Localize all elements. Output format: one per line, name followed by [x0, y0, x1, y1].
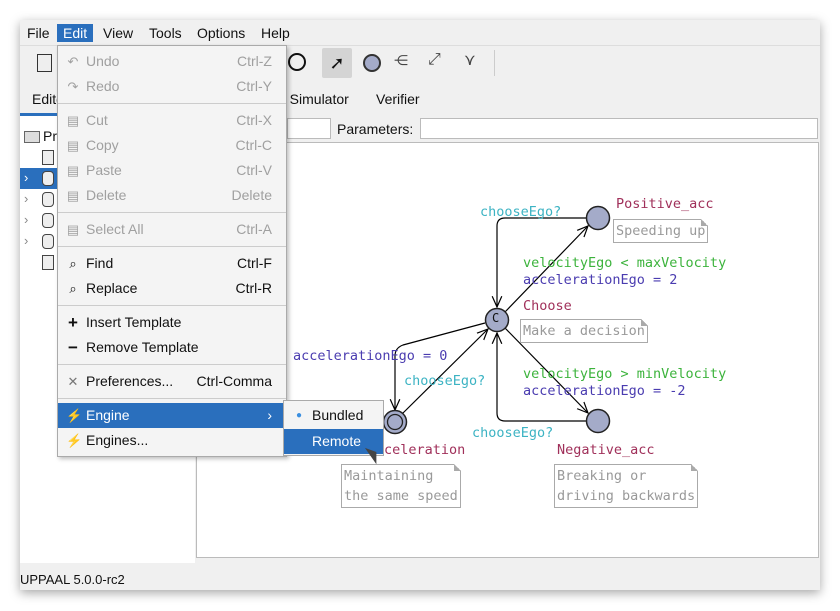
- replace-icon: ⌕: [69, 281, 77, 296]
- location-name[interactable]: Positive_acc: [616, 196, 714, 212]
- menu-item-insert-template[interactable]: + Insert Template: [58, 310, 286, 335]
- sync-label[interactable]: chooseEgo?: [480, 204, 561, 220]
- menu-item-cut[interactable]: ▤ Cut Ctrl-X: [58, 108, 286, 133]
- copy-icon: ▤: [66, 138, 80, 153]
- update-label[interactable]: accelerationEgo = 0: [293, 348, 447, 364]
- note-line: Maintaining: [344, 468, 434, 484]
- comment-note[interactable]: Speeding up: [613, 219, 709, 243]
- menu-item-delete[interactable]: ▤ Delete Delete: [58, 183, 286, 208]
- select-all-icon: ▤: [66, 222, 80, 237]
- note-line: driving backwards: [557, 488, 696, 504]
- committed-mark: C: [492, 311, 500, 325]
- menu-item-undo[interactable]: ↶ Undo Ctrl-Z: [58, 49, 286, 74]
- chevron-right-icon: ›: [267, 407, 272, 423]
- location-name[interactable]: Negative_acc: [557, 442, 655, 458]
- menu-item-replace[interactable]: ⌕ Replace Ctrl-R: [58, 276, 286, 301]
- location-name[interactable]: celeration: [384, 442, 465, 458]
- location-negative-acc[interactable]: [585, 408, 611, 434]
- menu-item-engines[interactable]: ⚡ Engines...: [58, 428, 286, 453]
- wrench-icon: ✕: [67, 374, 79, 389]
- radio-selected-icon: ●: [295, 410, 303, 421]
- delete-icon: ▤: [66, 188, 80, 203]
- edge-choose-to-constant[interactable]: [395, 322, 486, 410]
- cut-icon: ▤: [66, 113, 80, 128]
- menu-item-copy[interactable]: ▤ Copy Ctrl-C: [58, 133, 286, 158]
- guard-label[interactable]: velocityEgo > minVelocity: [523, 366, 726, 382]
- location-name[interactable]: Choose: [523, 298, 572, 314]
- menu-item-engine[interactable]: ⚡ Engine ›: [58, 403, 286, 428]
- undo-icon: ↶: [67, 54, 79, 69]
- minus-icon: −: [68, 338, 78, 357]
- guard-label[interactable]: velocityEgo < maxVelocity: [523, 255, 726, 271]
- submenu-item-bundled[interactable]: ● Bundled: [284, 403, 383, 428]
- update-label[interactable]: accelerationEgo = -2: [523, 383, 686, 399]
- menu-item-remove-template[interactable]: − Remove Template: [58, 335, 286, 360]
- paste-icon: ▤: [66, 163, 80, 178]
- menu-item-preferences[interactable]: ✕ Preferences... Ctrl-Comma: [58, 369, 286, 394]
- menu-item-select-all[interactable]: ▤ Select All Ctrl-A: [58, 217, 286, 242]
- redo-icon: ↷: [67, 79, 79, 94]
- menu-item-redo[interactable]: ↷ Redo Ctrl-Y: [58, 74, 286, 99]
- update-label[interactable]: accelerationEgo = 2: [523, 272, 677, 288]
- note-line: the same speed: [344, 488, 458, 504]
- comment-note[interactable]: Make a decision: [520, 319, 648, 343]
- plug-icon: ⚡: [66, 408, 83, 423]
- plug-icon: ⚡: [66, 433, 83, 448]
- menu-item-find[interactable]: ⌕ Find Ctrl-F: [58, 251, 286, 276]
- comment-note[interactable]: Maintaining the same speed: [341, 464, 461, 508]
- location-positive-acc[interactable]: [585, 205, 611, 231]
- note-line: Breaking or: [557, 468, 647, 484]
- sync-label[interactable]: chooseEgo?: [472, 425, 553, 441]
- plus-icon: +: [68, 313, 78, 332]
- sync-label[interactable]: chooseEgo?: [404, 373, 485, 389]
- edit-menu: ↶ Undo Ctrl-Z ↷ Redo Ctrl-Y ▤ Cut Ctrl-X ▤ Copy…: [57, 45, 287, 457]
- menu-item-paste[interactable]: ▤ Paste Ctrl-V: [58, 158, 286, 183]
- comment-note[interactable]: Breaking or driving backwards: [554, 464, 699, 508]
- find-icon: ⌕: [69, 256, 77, 271]
